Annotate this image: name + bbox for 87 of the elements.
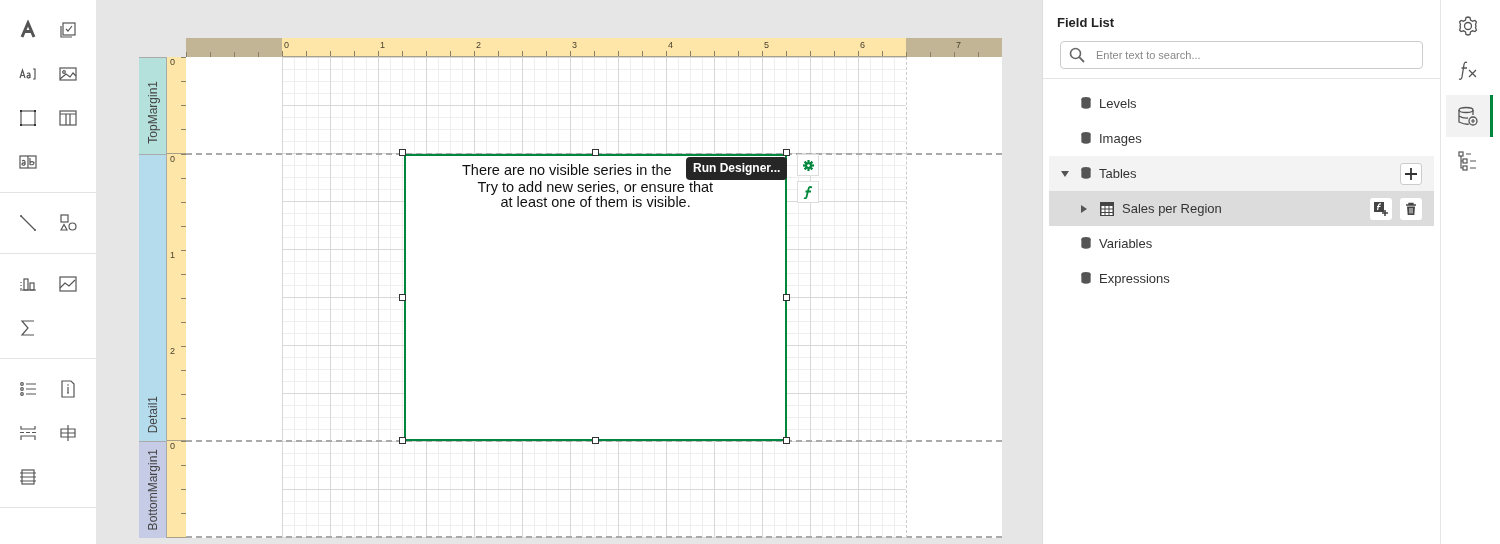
gear-icon [802, 159, 814, 171]
resize-handle[interactable] [591, 149, 599, 156]
database-icon [1081, 167, 1091, 180]
rich-text-icon [18, 152, 38, 172]
tree-label: Variables [1099, 234, 1153, 253]
line-tool-icon [18, 213, 38, 233]
tree-label: Levels [1099, 94, 1137, 113]
chart-control[interactable] [404, 154, 787, 441]
database-icon [1081, 97, 1091, 110]
expression-button[interactable] [797, 181, 819, 203]
checkbox-tool-icon [58, 20, 78, 40]
table-icon [1100, 201, 1114, 216]
add-calculated-field-button[interactable] [1370, 197, 1392, 220]
chart-message: at least one of them is visible. [500, 195, 691, 211]
tool-button[interactable] [18, 152, 38, 172]
tree-label: Tables [1099, 164, 1137, 183]
function-plus-icon [1374, 201, 1388, 216]
tool-button[interactable] [18, 108, 38, 128]
ruler-label: 1 [380, 41, 385, 50]
ruler-label: 0 [170, 58, 175, 67]
tree-item[interactable]: Levels [1049, 86, 1434, 121]
tree-item[interactable]: Variables [1049, 226, 1434, 261]
tool-button[interactable] [58, 64, 78, 84]
cross-band-line-icon [58, 423, 78, 443]
page-info-icon [58, 379, 78, 399]
database-add-icon [1457, 105, 1479, 127]
tool-button[interactable] [58, 213, 78, 233]
ruler-label: 7 [956, 41, 961, 50]
ruler-label: 0 [170, 442, 175, 451]
tree-label: Sales per Region [1122, 199, 1222, 218]
database-icon [1081, 237, 1091, 250]
text-tool-icon [18, 20, 38, 40]
resize-handle[interactable] [399, 149, 406, 156]
tool-button[interactable] [58, 274, 78, 294]
table-tool-icon [58, 108, 78, 128]
tree-label: Images [1099, 129, 1142, 148]
tool-button[interactable] [18, 20, 38, 40]
band-name: TopMargin1 [144, 81, 161, 144]
tree-item[interactable]: Expressions [1049, 261, 1434, 296]
settings-icon [1457, 15, 1479, 37]
cross-band-box-icon [18, 467, 38, 487]
function-icon [1457, 60, 1479, 82]
tree-label: Expressions [1099, 269, 1170, 288]
tree-item[interactable]: Images [1049, 121, 1434, 156]
panel-title: Field List [1057, 15, 1115, 30]
tool-button[interactable] [18, 423, 38, 443]
ruler-label: 2 [476, 41, 481, 50]
search-icon [1069, 47, 1085, 63]
list-tool-icon [18, 379, 38, 399]
sidebar-tab[interactable] [1446, 95, 1493, 137]
resize-handle[interactable] [399, 293, 406, 301]
rectangle-tool-icon [18, 108, 38, 128]
shapes-tool-icon [58, 213, 78, 233]
resize-handle[interactable] [399, 437, 406, 444]
picture-tool-icon [58, 64, 78, 84]
page-break-icon [18, 423, 38, 443]
add-button[interactable] [1400, 162, 1422, 185]
line-chart-tool-icon [58, 274, 78, 294]
tool-button[interactable] [18, 213, 38, 233]
ruler-label: 2 [170, 347, 175, 356]
ruler-label: 5 [764, 41, 769, 50]
database-icon [1081, 132, 1091, 145]
ruler-label: 3 [572, 41, 577, 50]
ruler-label: 4 [668, 41, 673, 50]
resize-handle[interactable] [783, 149, 790, 156]
tree-item[interactable]: Sales per Region [1049, 191, 1434, 226]
ruler-label: 1 [170, 251, 175, 260]
chart-message: Try to add new series, or ensure that [477, 179, 714, 195]
ruler-label: 0 [170, 155, 175, 164]
chart-message: There are no visible series in the [462, 163, 672, 179]
function-icon [803, 185, 813, 199]
band-name: BottomMargin1 [144, 448, 161, 530]
trash-icon [1404, 201, 1418, 216]
resize-handle[interactable] [591, 437, 599, 444]
delete-button[interactable] [1400, 197, 1422, 220]
plus-icon [1404, 166, 1418, 181]
tree-item[interactable]: Tables [1049, 156, 1434, 191]
band-name: Detail1 [144, 395, 161, 433]
resize-handle[interactable] [783, 293, 790, 301]
ruler-label: 6 [860, 41, 865, 50]
database-icon [1081, 272, 1091, 285]
resize-handle[interactable] [783, 437, 790, 444]
tree-structure-icon [1457, 150, 1479, 172]
chart-tasks-button[interactable] [797, 154, 819, 176]
ruler-label: 0 [284, 41, 289, 50]
tooltip: Run Designer... [686, 157, 788, 180]
search-field[interactable]: Enter text to search... [1060, 41, 1423, 69]
